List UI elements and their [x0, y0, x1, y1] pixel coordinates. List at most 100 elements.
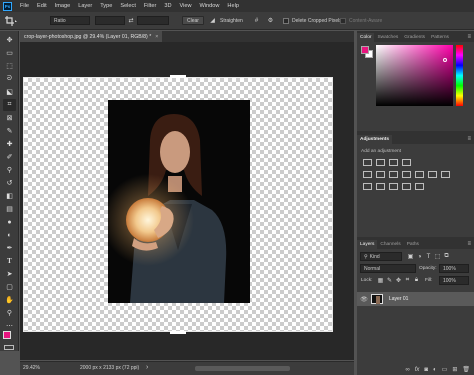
object-select-tool-icon[interactable]: ⬕ — [3, 86, 16, 98]
clone-stamp-tool-icon[interactable]: ⚲ — [3, 164, 16, 176]
blend-mode-select[interactable]: Normal — [360, 264, 416, 273]
lock-transparency-icon[interactable]: ▦ — [377, 276, 384, 284]
marquee-tool-icon[interactable]: ⬚ — [3, 60, 16, 72]
photo-filter-icon[interactable] — [415, 171, 424, 178]
menu-view[interactable]: View — [175, 3, 195, 9]
hue-saturation-icon[interactable] — [376, 171, 385, 178]
vibrance-icon[interactable] — [363, 171, 372, 178]
delete-layer-icon[interactable]: 🗑︎ — [462, 366, 470, 373]
picker-foreground-swatch[interactable] — [361, 46, 369, 54]
straighten-icon[interactable]: ◢ — [208, 16, 217, 25]
frame-tool-icon[interactable]: ⊠ — [3, 112, 16, 124]
straighten-label[interactable]: Straighten — [220, 18, 243, 24]
spot-healing-tool-icon[interactable]: ✚ — [3, 138, 16, 150]
menu-image[interactable]: Image — [51, 3, 75, 9]
lock-artboard-icon[interactable]: ⌗ — [404, 276, 411, 284]
eraser-tool-icon[interactable]: ◧ — [3, 190, 16, 202]
kind-filter-select[interactable]: ⚲ Kind — [360, 252, 402, 261]
eyedropper-tool-icon[interactable]: ✎ — [3, 125, 16, 137]
crop-frame[interactable] — [23, 75, 333, 334]
threshold-icon[interactable] — [389, 183, 398, 190]
filter-smart-object-icon[interactable]: ⧉ — [443, 252, 450, 261]
tab-paths[interactable]: Paths — [404, 240, 422, 249]
history-brush-tool-icon[interactable]: ↺ — [3, 177, 16, 189]
tab-patterns[interactable]: Patterns — [428, 33, 452, 42]
tab-color[interactable]: Color — [357, 33, 375, 42]
pen-tool-icon[interactable]: ✒ — [3, 242, 16, 254]
filter-adjustment-icon[interactable]: ◑ — [416, 252, 423, 261]
path-select-tool-icon[interactable]: ➤ — [3, 268, 16, 280]
color-picker-field[interactable] — [376, 45, 453, 106]
lock-all-icon[interactable]: 🔒︎ — [413, 276, 420, 284]
zoom-tool-icon[interactable]: ⚲ — [3, 307, 16, 319]
curves-icon[interactable] — [389, 159, 398, 166]
layer-visibility-eye-icon[interactable]: 👁︎ — [360, 295, 368, 303]
type-tool-icon[interactable]: T — [3, 255, 16, 267]
layer-name[interactable]: Layer 01 — [389, 296, 408, 302]
layer-style-icon[interactable]: fx — [415, 367, 420, 373]
menu-file[interactable]: File — [16, 3, 33, 9]
levels-icon[interactable] — [376, 159, 385, 166]
hand-tool-icon[interactable]: ✋ — [3, 294, 16, 306]
width-field[interactable] — [95, 16, 125, 25]
gradient-tool-icon[interactable]: ▤ — [3, 203, 16, 215]
menu-type[interactable]: Type — [96, 3, 116, 9]
clear-button[interactable]: Clear — [182, 16, 204, 25]
color-balance-icon[interactable] — [389, 171, 398, 178]
color-panel-menu-icon[interactable]: ≡ — [467, 34, 471, 40]
horizontal-scrollbar[interactable] — [195, 366, 290, 371]
new-layer-icon[interactable]: ⊞ — [452, 366, 457, 373]
tab-gradients[interactable]: Gradients — [401, 33, 428, 42]
crop-tool-icon[interactable]: ⌗ — [3, 99, 16, 111]
black-white-icon[interactable] — [402, 171, 411, 178]
close-tab-icon[interactable]: × — [155, 34, 158, 40]
add-mask-icon[interactable]: ◙ — [424, 367, 428, 373]
hue-slider[interactable] — [456, 45, 463, 106]
link-layers-icon[interactable]: ∞ — [405, 367, 409, 373]
crop-handle-bottom[interactable] — [170, 331, 186, 334]
artboard-tool-icon[interactable]: ▭ — [3, 47, 16, 59]
layer-row[interactable]: 👁︎ Layer 01 — [357, 292, 474, 306]
height-field[interactable] — [137, 16, 169, 25]
new-group-icon[interactable]: ▭ — [442, 366, 448, 373]
filter-type-icon[interactable]: T — [425, 252, 432, 261]
lock-pixels-icon[interactable]: ✎ — [386, 276, 393, 284]
gradient-map-icon[interactable] — [402, 183, 411, 190]
channel-mixer-icon[interactable] — [428, 171, 437, 178]
menu-3d[interactable]: 3D — [160, 3, 175, 9]
color-picker-cursor[interactable] — [443, 58, 447, 62]
lasso-tool-icon[interactable]: ᘐ — [3, 73, 16, 85]
dodge-tool-icon[interactable]: ◐ — [3, 229, 16, 241]
tab-channels[interactable]: Channels — [377, 240, 403, 249]
tab-swatches[interactable]: Swatches — [374, 33, 401, 42]
crop-handle-top[interactable] — [170, 75, 186, 78]
opacity-field[interactable]: 100% — [439, 264, 469, 273]
tab-layers[interactable]: Layers — [357, 240, 378, 249]
layers-panel-menu-icon[interactable]: ≡ — [467, 241, 471, 247]
menu-help[interactable]: Help — [223, 3, 243, 9]
brightness-contrast-icon[interactable] — [363, 159, 372, 166]
lock-position-icon[interactable]: ✥ — [395, 276, 402, 284]
delete-cropped-checkbox[interactable] — [283, 18, 289, 24]
content-aware-checkbox[interactable] — [340, 18, 346, 24]
menu-window[interactable]: Window — [196, 3, 224, 9]
menu-filter[interactable]: Filter — [140, 3, 160, 9]
adjustments-menu-icon[interactable]: ≡ — [467, 136, 471, 142]
menu-select[interactable]: Select — [116, 3, 140, 9]
crop-tool-icon[interactable] — [4, 16, 18, 26]
ratio-select[interactable]: Ratio — [50, 16, 90, 25]
color-lookup-icon[interactable] — [441, 171, 450, 178]
blur-tool-icon[interactable]: ● — [3, 216, 16, 228]
zoom-level[interactable]: 29.42% — [23, 365, 40, 371]
adjustments-title[interactable]: Adjustments — [357, 135, 393, 144]
status-arrow-icon[interactable]: › — [146, 364, 148, 371]
new-adjustment-layer-icon[interactable]: ◐ — [433, 367, 437, 373]
settings-icon[interactable]: ⚙ — [266, 16, 275, 25]
filter-shape-icon[interactable]: ⬚ — [434, 252, 441, 261]
swap-icon[interactable]: ⇄ — [127, 16, 135, 25]
posterize-icon[interactable] — [376, 183, 385, 190]
menu-edit[interactable]: Edit — [33, 3, 51, 9]
rectangle-tool-icon[interactable]: ▢ — [3, 281, 16, 293]
foreground-color-swatch[interactable] — [3, 331, 11, 339]
grid-overlay-icon[interactable]: # — [252, 16, 261, 25]
